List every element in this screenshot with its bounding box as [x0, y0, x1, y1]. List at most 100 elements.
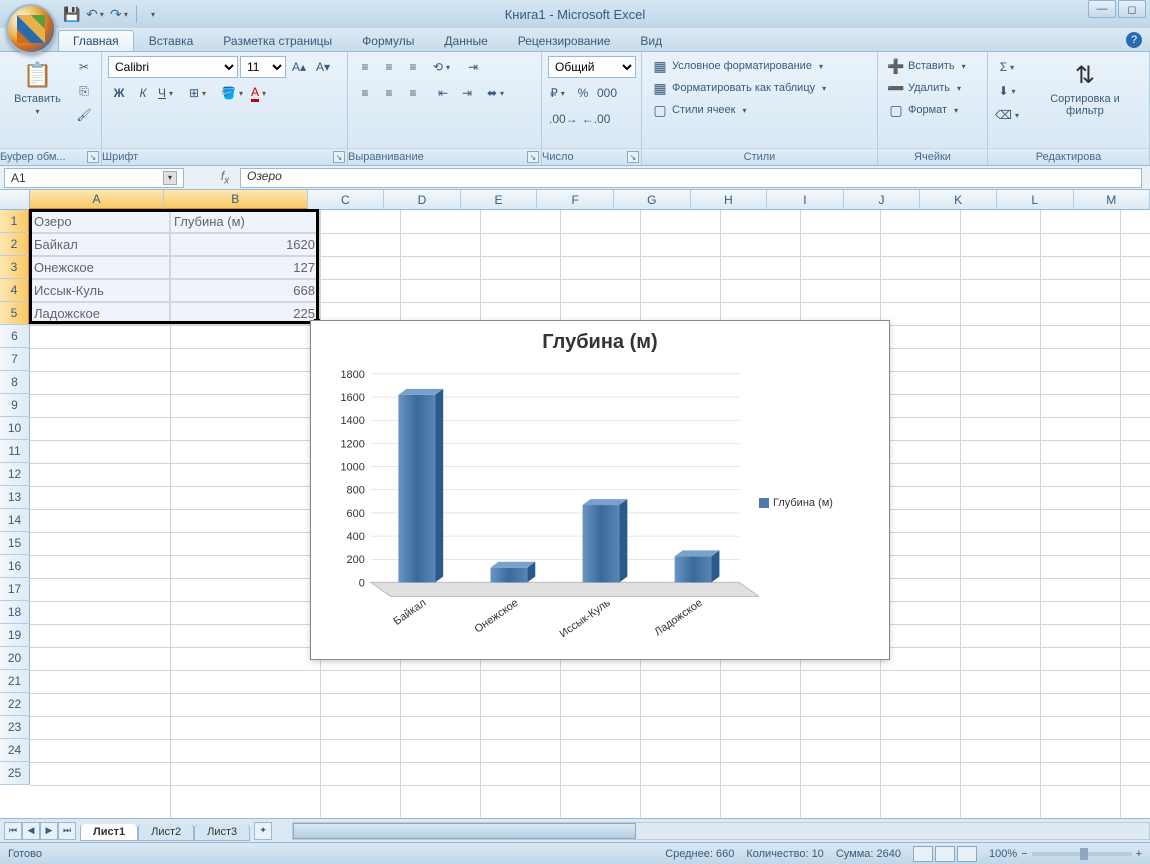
sheet-nav-prev-icon[interactable]: ◀ [22, 822, 40, 840]
align-top-icon[interactable]: ≡ [354, 56, 376, 78]
tab-главная[interactable]: Главная [58, 30, 134, 51]
column-header[interactable]: C [308, 190, 385, 210]
tab-вид[interactable]: Вид [625, 30, 677, 51]
borders-icon[interactable]: ⊞▾ [188, 82, 210, 104]
bold-icon[interactable]: Ж [108, 82, 130, 104]
font-size-select[interactable]: 11 [240, 56, 286, 78]
row-header[interactable]: 24 [0, 739, 30, 762]
column-header[interactable]: F [537, 190, 614, 210]
view-page-break-icon[interactable] [957, 846, 977, 862]
percent-icon[interactable]: % [572, 82, 594, 104]
row-header[interactable]: 16 [0, 555, 30, 578]
row-header[interactable]: 4 [0, 279, 30, 302]
cell[interactable]: 225 [170, 302, 320, 325]
launcher-icon[interactable]: ↘ [87, 151, 99, 163]
cell[interactable]: Байкал [30, 233, 170, 256]
undo-icon[interactable]: ↶▾ [86, 4, 106, 24]
cell[interactable]: Озеро [30, 210, 170, 233]
currency-icon[interactable]: ₽▾ [548, 82, 570, 104]
column-header[interactable]: I [767, 190, 844, 210]
sheet-nav-first-icon[interactable]: ⏮ [4, 822, 22, 840]
wrap-text-icon[interactable]: ⇥ [462, 56, 484, 78]
row-header[interactable]: 19 [0, 624, 30, 647]
paste-button[interactable]: 📋 Вставить▾ [6, 56, 69, 120]
formula-input[interactable]: Озеро [240, 168, 1142, 188]
cell-styles-button[interactable]: ▢Стили ячеек▾ [648, 100, 753, 120]
underline-icon[interactable]: Ч▾ [156, 82, 178, 104]
row-header[interactable]: 2 [0, 233, 30, 256]
align-middle-icon[interactable]: ≡ [378, 56, 400, 78]
conditional-formatting-button[interactable]: ▦Условное форматирование▾ [648, 56, 830, 76]
sheet-nav-next-icon[interactable]: ▶ [40, 822, 58, 840]
office-button[interactable] [6, 4, 56, 54]
row-header[interactable]: 12 [0, 463, 30, 486]
decrease-font-icon[interactable]: A▾ [312, 56, 334, 78]
column-header[interactable]: M [1074, 190, 1150, 210]
cell[interactable]: Ладожское [30, 302, 170, 325]
increase-font-icon[interactable]: A▴ [288, 56, 310, 78]
minimize-button[interactable]: — [1088, 0, 1116, 18]
row-header[interactable]: 11 [0, 440, 30, 463]
cut-icon[interactable]: ✂ [73, 56, 95, 78]
view-page-layout-icon[interactable] [935, 846, 955, 862]
copy-icon[interactable]: ⎘ [73, 80, 95, 102]
select-all-corner[interactable] [0, 190, 30, 210]
merge-icon[interactable]: ⬌▾ [486, 82, 508, 104]
decrease-decimal-icon[interactable]: ←.00 [581, 108, 612, 130]
maximize-button[interactable]: ◻ [1118, 0, 1146, 18]
row-header[interactable]: 23 [0, 716, 30, 739]
cell[interactable]: Глубина (м) [170, 210, 320, 233]
row-header[interactable]: 14 [0, 509, 30, 532]
fill-icon[interactable]: ⬇▾ [994, 80, 1023, 102]
row-header[interactable]: 7 [0, 348, 30, 371]
thousands-icon[interactable]: 000 [596, 82, 618, 104]
align-center-icon[interactable]: ≡ [378, 82, 400, 104]
sheet-tab[interactable]: Лист3 [194, 824, 250, 841]
zoom-control[interactable]: 100% −+ [989, 848, 1142, 860]
column-header[interactable]: J [844, 190, 921, 210]
cell[interactable]: 1620 [170, 233, 320, 256]
redo-icon[interactable]: ↷▾ [110, 4, 130, 24]
font-name-select[interactable]: Calibri [108, 56, 238, 78]
font-color-icon[interactable]: A▾ [249, 82, 271, 104]
row-header[interactable]: 17 [0, 578, 30, 601]
column-header[interactable]: K [920, 190, 997, 210]
embedded-chart[interactable]: Глубина (м) 0200400600800100012001400160… [310, 320, 890, 660]
align-right-icon[interactable]: ≡ [402, 82, 424, 104]
indent-increase-icon[interactable]: ⇥ [456, 82, 478, 104]
horizontal-scrollbar[interactable] [292, 822, 1150, 840]
row-header[interactable]: 15 [0, 532, 30, 555]
fx-icon[interactable]: fx [214, 169, 236, 187]
launcher-icon[interactable]: ↘ [527, 151, 539, 163]
orientation-icon[interactable]: ⟲▾ [432, 56, 454, 78]
row-header[interactable]: 6 [0, 325, 30, 348]
row-header[interactable]: 3 [0, 256, 30, 279]
fill-color-icon[interactable]: 🪣▾ [220, 82, 247, 104]
row-header[interactable]: 1 [0, 210, 30, 233]
indent-decrease-icon[interactable]: ⇤ [432, 82, 454, 104]
format-cells-button[interactable]: ▢Формат▾ [884, 100, 965, 120]
tab-данные[interactable]: Данные [429, 30, 502, 51]
clear-icon[interactable]: ⌫▾ [994, 104, 1023, 126]
delete-cells-button[interactable]: ➖Удалить▾ [884, 78, 968, 98]
increase-decimal-icon[interactable]: .00→ [548, 108, 579, 130]
column-header[interactable]: D [384, 190, 461, 210]
help-icon[interactable]: ? [1126, 32, 1142, 48]
tab-вставка[interactable]: Вставка [134, 30, 209, 51]
row-header[interactable]: 18 [0, 601, 30, 624]
column-header[interactable]: E [461, 190, 538, 210]
sheet-tab[interactable]: Лист1 [80, 824, 138, 841]
row-header[interactable]: 8 [0, 371, 30, 394]
align-left-icon[interactable]: ≡ [354, 82, 376, 104]
tab-формулы[interactable]: Формулы [347, 30, 429, 51]
cell[interactable]: 127 [170, 256, 320, 279]
launcher-icon[interactable]: ↘ [333, 151, 345, 163]
row-header[interactable]: 5 [0, 302, 30, 325]
column-header[interactable]: L [997, 190, 1074, 210]
row-header[interactable]: 9 [0, 394, 30, 417]
cell[interactable]: Онежское [30, 256, 170, 279]
tab-разметка страницы[interactable]: Разметка страницы [208, 30, 347, 51]
qat-customize-icon[interactable]: ▾ [143, 4, 163, 24]
row-header[interactable]: 21 [0, 670, 30, 693]
new-sheet-icon[interactable]: ✦ [254, 822, 272, 840]
